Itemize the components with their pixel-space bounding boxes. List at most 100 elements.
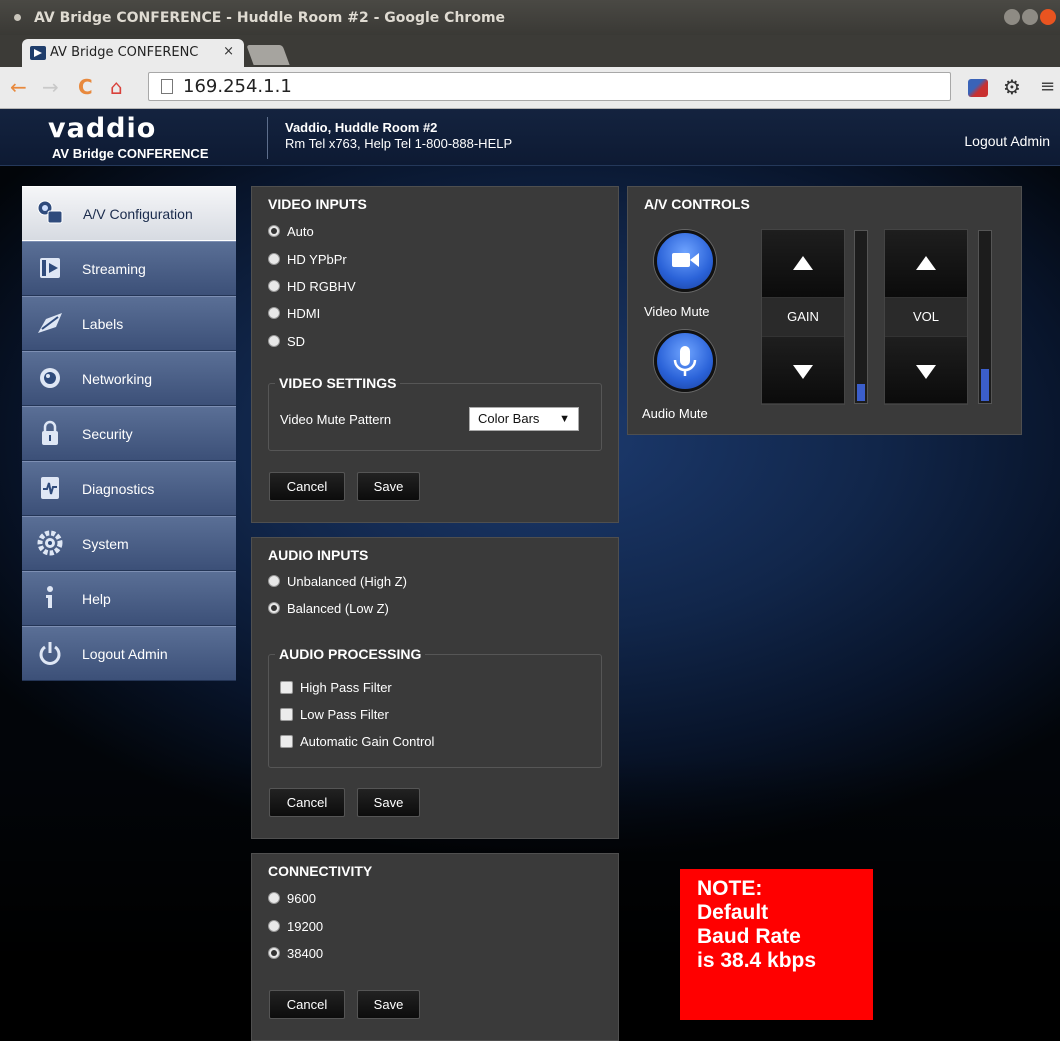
radio-label: 9600 [287,890,316,906]
sidebar-item-networking[interactable]: Networking [22,351,236,406]
gain-level-fill [857,384,865,401]
minimize-button[interactable] [1004,9,1020,25]
sidebar-item-label: Diagnostics [82,481,155,497]
sidebar-item-av-configuration[interactable]: A/V Configuration [22,186,236,241]
low-pass-filter-option[interactable]: Low Pass Filter [280,705,389,723]
audio-save-button[interactable]: Save [357,788,420,817]
note-line: Default [697,901,769,924]
gain-control: GAIN [761,229,845,405]
radio-button[interactable] [268,253,280,265]
high-pass-filter-option[interactable]: High Pass Filter [280,678,392,696]
baud-19200-option[interactable]: 19200 [268,917,323,935]
sidebar-item-label: Networking [82,371,153,387]
address-bar[interactable]: 169.254.1.1 [148,72,951,101]
extension-icon[interactable] [968,79,988,97]
close-window-button[interactable] [1040,9,1056,25]
checkbox[interactable] [280,734,293,748]
radio-button[interactable] [268,225,280,237]
sidebar-item-system[interactable]: System [22,516,236,571]
tab-close-button[interactable]: × [223,44,234,59]
radio-button[interactable] [268,335,280,347]
radio-button[interactable] [268,280,280,292]
video-input-hdmi[interactable]: HDMI [268,304,320,322]
gain-up-button[interactable] [762,230,844,298]
radio-label: Balanced (Low Z) [287,600,389,616]
volume-down-button[interactable] [885,336,967,404]
video-input-hd-rgbhv[interactable]: HD RGBHV [268,277,356,295]
video-input-auto[interactable]: Auto [268,222,314,240]
audio-mute-button[interactable] [654,330,716,392]
video-mute-pattern-label: Video Mute Pattern [280,412,392,427]
gain-down-button[interactable] [762,336,844,404]
vaddio-logo: vaddio [48,113,157,144]
reload-icon[interactable]: C [78,77,93,97]
baud-rate-note: NOTE: Default Baud Rate is 38.4 kbps [680,869,873,1020]
back-arrow-icon[interactable]: ← [10,77,27,97]
checkbox[interactable] [280,707,293,721]
networking-icon [40,368,60,388]
video-mute-button[interactable] [654,230,716,292]
audio-cancel-button[interactable]: Cancel [269,788,345,817]
home-icon[interactable]: ⌂ [110,77,123,97]
window-menu-dot[interactable] [14,14,21,21]
window-controls [1004,9,1056,25]
radio-button[interactable] [268,575,280,587]
video-input-hd-ypbpr[interactable]: HD YPbPr [268,250,347,268]
power-icon [39,642,61,665]
radio-button[interactable] [268,602,280,614]
automatic-gain-control-option[interactable]: Automatic Gain Control [280,732,434,750]
audio-inputs-title: AUDIO INPUTS [268,547,369,563]
sidebar-item-label: Security [82,426,133,442]
radio-button[interactable] [268,920,280,932]
sidebar-item-logout[interactable]: Logout Admin [22,626,236,681]
url-text[interactable]: 169.254.1.1 [183,76,292,97]
microphone-icon [673,346,697,376]
audio-input-unbalanced[interactable]: Unbalanced (High Z) [268,572,407,590]
caret-down-icon: ▼ [559,413,570,425]
sidebar: A/V Configuration Streaming Labels Netwo… [22,186,236,681]
radio-button[interactable] [268,947,280,959]
browser-tab[interactable]: AV Bridge CONFERENC × [22,39,244,67]
volume-up-button[interactable] [885,230,967,298]
menu-icon[interactable]: ≡ [1040,77,1055,97]
video-settings-title: VIDEO SETTINGS [275,375,401,391]
gain-level-meter [854,230,868,404]
sidebar-item-streaming[interactable]: Streaming [22,241,236,296]
audio-input-balanced[interactable]: Balanced (Low Z) [268,599,389,617]
checkbox[interactable] [280,680,293,694]
volume-label: VOL [885,298,967,336]
video-save-button[interactable]: Save [357,472,420,501]
sidebar-item-diagnostics[interactable]: Diagnostics [22,461,236,516]
audio-processing-group: AUDIO PROCESSING High Pass Filter Low Pa… [268,646,602,768]
video-cancel-button[interactable]: Cancel [269,472,345,501]
baud-38400-option[interactable]: 38400 [268,944,323,962]
radio-label: HD YPbPr [287,251,347,267]
radio-button[interactable] [268,307,280,319]
page-header: vaddio AV Bridge CONFERENCE Vaddio, Hudd… [0,109,1060,166]
window-titlebar: AV Bridge CONFERENCE - Huddle Room #2 - … [0,0,1060,35]
sidebar-item-labels[interactable]: Labels [22,296,236,351]
audio-mute-label: Audio Mute [642,406,708,421]
sidebar-item-help[interactable]: Help [22,571,236,626]
video-input-sd[interactable]: SD [268,332,305,350]
tab-strip: AV Bridge CONFERENC × [0,35,1060,67]
sidebar-item-label: System [82,536,129,552]
connectivity-save-button[interactable]: Save [357,990,420,1019]
video-inputs-title: VIDEO INPUTS [268,196,367,212]
room-name: Vaddio, Huddle Room #2 [285,120,438,135]
gear-icon[interactable]: ⚙ [1003,77,1021,97]
volume-level-fill [981,369,989,401]
video-mute-pattern-select[interactable]: Color Bars ▼ [469,407,579,431]
header-divider [267,117,268,159]
tab-title: AV Bridge CONFERENC [50,45,199,60]
radio-button[interactable] [268,892,280,904]
forward-arrow-icon[interactable]: → [42,77,59,97]
arrow-down-icon [793,365,813,379]
new-tab-button[interactable] [246,45,290,65]
logout-link[interactable]: Logout Admin [964,133,1050,149]
sidebar-item-security[interactable]: Security [22,406,236,461]
maximize-button[interactable] [1022,9,1038,25]
note-line: Baud Rate [697,925,801,948]
connectivity-cancel-button[interactable]: Cancel [269,990,345,1019]
baud-9600-option[interactable]: 9600 [268,889,316,907]
